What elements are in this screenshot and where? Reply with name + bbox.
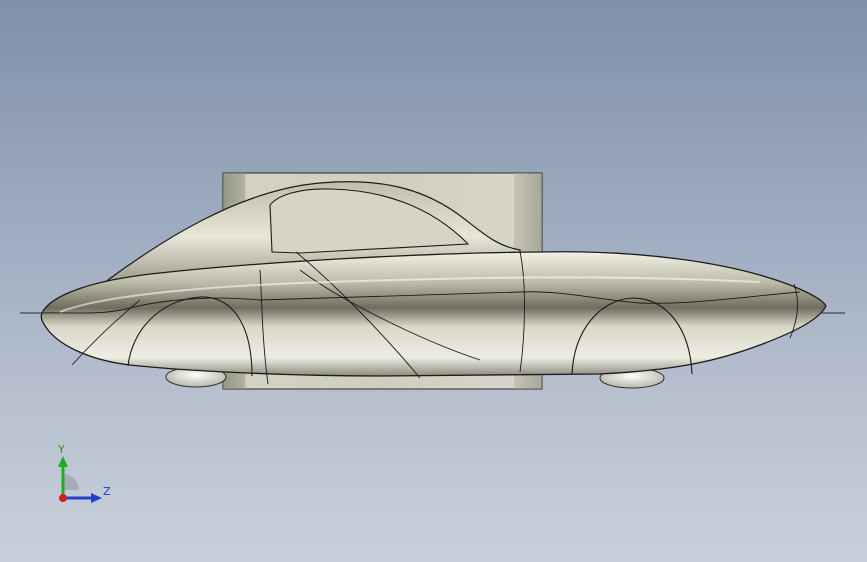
triad-y-label: Y xyxy=(58,443,65,456)
car-body-model[interactable] xyxy=(0,0,867,562)
orientation-triad[interactable]: Y Z xyxy=(48,440,118,510)
triad-z-label: Z xyxy=(103,485,111,498)
graphics-viewport[interactable]: Y Z xyxy=(0,0,867,562)
